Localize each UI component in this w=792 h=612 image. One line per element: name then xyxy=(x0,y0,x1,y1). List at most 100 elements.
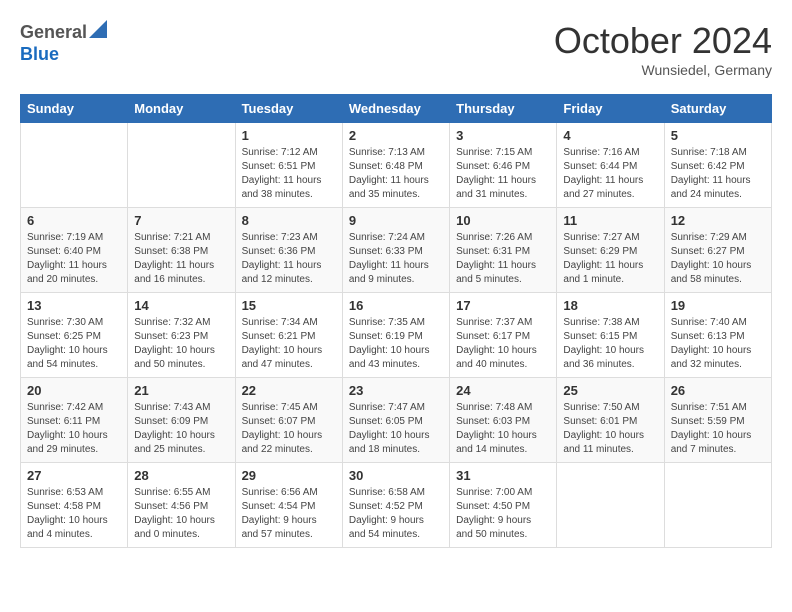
calendar-cell: 26 Sunrise: 7:51 AMSunset: 5:59 PMDayligh… xyxy=(664,378,771,463)
logo: General Blue xyxy=(20,20,109,65)
day-info: Sunrise: 7:50 AMSunset: 6:01 PMDaylight:… xyxy=(563,401,657,457)
day-info: Sunrise: 7:16 AMSunset: 6:44 PMDaylight:… xyxy=(563,146,657,202)
calendar-cell: 19Sunrise: 7:40 AMSunset: 6:13 PMDayligh… xyxy=(664,293,771,378)
page-header: General Blue October 2024 Wunsiedel, Ger… xyxy=(20,20,772,78)
day-number: 17 xyxy=(456,298,550,313)
calendar-cell: 8 Sunrise: 7:23 AMSunset: 6:36 PMDaylight… xyxy=(235,208,342,293)
day-number: 18 xyxy=(563,298,657,313)
calendar-cell: 25 Sunrise: 7:50 AMSunset: 6:01 PMDayligh… xyxy=(557,378,664,463)
month-title: October 2024 xyxy=(554,20,772,62)
logo-triangle-icon xyxy=(89,20,107,44)
day-info: Sunrise: 7:45 AMSunset: 6:07 PMDaylight:… xyxy=(242,401,336,457)
calendar-cell: 16 Sunrise: 7:35 AMSunset: 6:19 PMDayligh… xyxy=(342,293,449,378)
day-info: Sunrise: 6:56 AMSunset: 4:54 PMDaylight:… xyxy=(242,486,336,542)
weekday-header-thursday: Thursday xyxy=(450,95,557,123)
day-number: 27 xyxy=(27,468,121,483)
day-number: 7 xyxy=(134,213,228,228)
day-info: Sunrise: 7:12 AMSunset: 6:51 PMDaylight:… xyxy=(242,146,336,202)
day-number: 19 xyxy=(671,298,765,313)
day-number: 13 xyxy=(27,298,121,313)
calendar-cell: 14 Sunrise: 7:32 AMSunset: 6:23 PMDayligh… xyxy=(128,293,235,378)
day-number: 4 xyxy=(563,128,657,143)
day-info: Sunrise: 7:38 AMSunset: 6:15 PMDaylight:… xyxy=(563,316,657,372)
calendar-cell: 9Sunrise: 7:24 AMSunset: 6:33 PMDaylight… xyxy=(342,208,449,293)
weekday-header-friday: Friday xyxy=(557,95,664,123)
calendar-cell: 17 Sunrise: 7:37 AMSunset: 6:17 PMDayligh… xyxy=(450,293,557,378)
day-number: 11 xyxy=(563,213,657,228)
day-number: 16 xyxy=(349,298,443,313)
calendar-cell: 22Sunrise: 7:45 AMSunset: 6:07 PMDayligh… xyxy=(235,378,342,463)
calendar-cell: 20 Sunrise: 7:42 AMSunset: 6:11 PMDayligh… xyxy=(21,378,128,463)
day-number: 20 xyxy=(27,383,121,398)
weekday-header-tuesday: Tuesday xyxy=(235,95,342,123)
calendar-cell: 2 Sunrise: 7:13 AMSunset: 6:48 PMDaylight… xyxy=(342,123,449,208)
day-info: Sunrise: 7:34 AMSunset: 6:21 PMDaylight:… xyxy=(242,316,336,372)
calendar-cell: 11 Sunrise: 7:27 AMSunset: 6:29 PMDayligh… xyxy=(557,208,664,293)
day-info: Sunrise: 7:51 AMSunset: 5:59 PMDaylight:… xyxy=(671,401,765,457)
calendar-cell: 27Sunrise: 6:53 AMSunset: 4:58 PMDayligh… xyxy=(21,463,128,548)
day-number: 30 xyxy=(349,468,443,483)
calendar-cell: 24Sunrise: 7:48 AMSunset: 6:03 PMDayligh… xyxy=(450,378,557,463)
day-info: Sunrise: 7:26 AMSunset: 6:31 PMDaylight:… xyxy=(456,231,550,287)
day-number: 8 xyxy=(242,213,336,228)
weekday-header-saturday: Saturday xyxy=(664,95,771,123)
day-info: Sunrise: 7:43 AMSunset: 6:09 PMDaylight:… xyxy=(134,401,228,457)
day-info: Sunrise: 7:24 AMSunset: 6:33 PMDaylight:… xyxy=(349,231,443,287)
weekday-header-wednesday: Wednesday xyxy=(342,95,449,123)
day-number: 26 xyxy=(671,383,765,398)
title-block: October 2024 Wunsiedel, Germany xyxy=(554,20,772,78)
day-number: 14 xyxy=(134,298,228,313)
day-info: Sunrise: 7:00 AMSunset: 4:50 PMDaylight:… xyxy=(456,486,550,542)
day-info: Sunrise: 7:18 AMSunset: 6:42 PMDaylight:… xyxy=(671,146,765,202)
calendar-cell: 21 Sunrise: 7:43 AMSunset: 6:09 PMDayligh… xyxy=(128,378,235,463)
calendar-cell xyxy=(557,463,664,548)
calendar-cell: 23 Sunrise: 7:47 AMSunset: 6:05 PMDayligh… xyxy=(342,378,449,463)
day-number: 28 xyxy=(134,468,228,483)
day-info: Sunrise: 7:27 AMSunset: 6:29 PMDaylight:… xyxy=(563,231,657,287)
day-number: 25 xyxy=(563,383,657,398)
day-number: 12 xyxy=(671,213,765,228)
calendar-cell: 31 Sunrise: 7:00 AMSunset: 4:50 PMDayligh… xyxy=(450,463,557,548)
day-number: 23 xyxy=(349,383,443,398)
day-info: Sunrise: 6:55 AMSunset: 4:56 PMDaylight:… xyxy=(134,486,228,542)
calendar-cell: 13Sunrise: 7:30 AMSunset: 6:25 PMDayligh… xyxy=(21,293,128,378)
day-number: 31 xyxy=(456,468,550,483)
calendar-cell: 29Sunrise: 6:56 AMSunset: 4:54 PMDayligh… xyxy=(235,463,342,548)
day-info: Sunrise: 6:58 AMSunset: 4:52 PMDaylight:… xyxy=(349,486,443,542)
day-number: 6 xyxy=(27,213,121,228)
day-number: 24 xyxy=(456,383,550,398)
location-subtitle: Wunsiedel, Germany xyxy=(554,62,772,78)
calendar-cell: 18 Sunrise: 7:38 AMSunset: 6:15 PMDayligh… xyxy=(557,293,664,378)
day-info: Sunrise: 7:37 AMSunset: 6:17 PMDaylight:… xyxy=(456,316,550,372)
day-number: 15 xyxy=(242,298,336,313)
calendar-cell: 5 Sunrise: 7:18 AMSunset: 6:42 PMDaylight… xyxy=(664,123,771,208)
day-info: Sunrise: 7:29 AMSunset: 6:27 PMDaylight:… xyxy=(671,231,765,287)
day-number: 2 xyxy=(349,128,443,143)
calendar-table: SundayMondayTuesdayWednesdayThursdayFrid… xyxy=(20,94,772,548)
day-info: Sunrise: 7:15 AMSunset: 6:46 PMDaylight:… xyxy=(456,146,550,202)
calendar-cell: 4 Sunrise: 7:16 AMSunset: 6:44 PMDaylight… xyxy=(557,123,664,208)
day-number: 10 xyxy=(456,213,550,228)
day-info: Sunrise: 7:32 AMSunset: 6:23 PMDaylight:… xyxy=(134,316,228,372)
calendar-cell: 1 Sunrise: 7:12 AMSunset: 6:51 PMDaylight… xyxy=(235,123,342,208)
day-number: 1 xyxy=(242,128,336,143)
calendar-cell xyxy=(21,123,128,208)
day-info: Sunrise: 7:42 AMSunset: 6:11 PMDaylight:… xyxy=(27,401,121,457)
day-info: Sunrise: 7:47 AMSunset: 6:05 PMDaylight:… xyxy=(349,401,443,457)
calendar-cell xyxy=(128,123,235,208)
day-info: Sunrise: 7:23 AMSunset: 6:36 PMDaylight:… xyxy=(242,231,336,287)
logo-blue: Blue xyxy=(20,44,59,64)
calendar-cell: 6Sunrise: 7:19 AMSunset: 6:40 PMDaylight… xyxy=(21,208,128,293)
calendar-cell: 30 Sunrise: 6:58 AMSunset: 4:52 PMDayligh… xyxy=(342,463,449,548)
day-info: Sunrise: 7:13 AMSunset: 6:48 PMDaylight:… xyxy=(349,146,443,202)
day-number: 21 xyxy=(134,383,228,398)
calendar-cell: 7 Sunrise: 7:21 AMSunset: 6:38 PMDaylight… xyxy=(128,208,235,293)
day-info: Sunrise: 7:21 AMSunset: 6:38 PMDaylight:… xyxy=(134,231,228,287)
calendar-cell: 28 Sunrise: 6:55 AMSunset: 4:56 PMDayligh… xyxy=(128,463,235,548)
weekday-header-sunday: Sunday xyxy=(21,95,128,123)
calendar-cell: 10 Sunrise: 7:26 AMSunset: 6:31 PMDayligh… xyxy=(450,208,557,293)
day-number: 5 xyxy=(671,128,765,143)
day-number: 3 xyxy=(456,128,550,143)
day-info: Sunrise: 7:35 AMSunset: 6:19 PMDaylight:… xyxy=(349,316,443,372)
logo-general: General xyxy=(20,22,87,43)
